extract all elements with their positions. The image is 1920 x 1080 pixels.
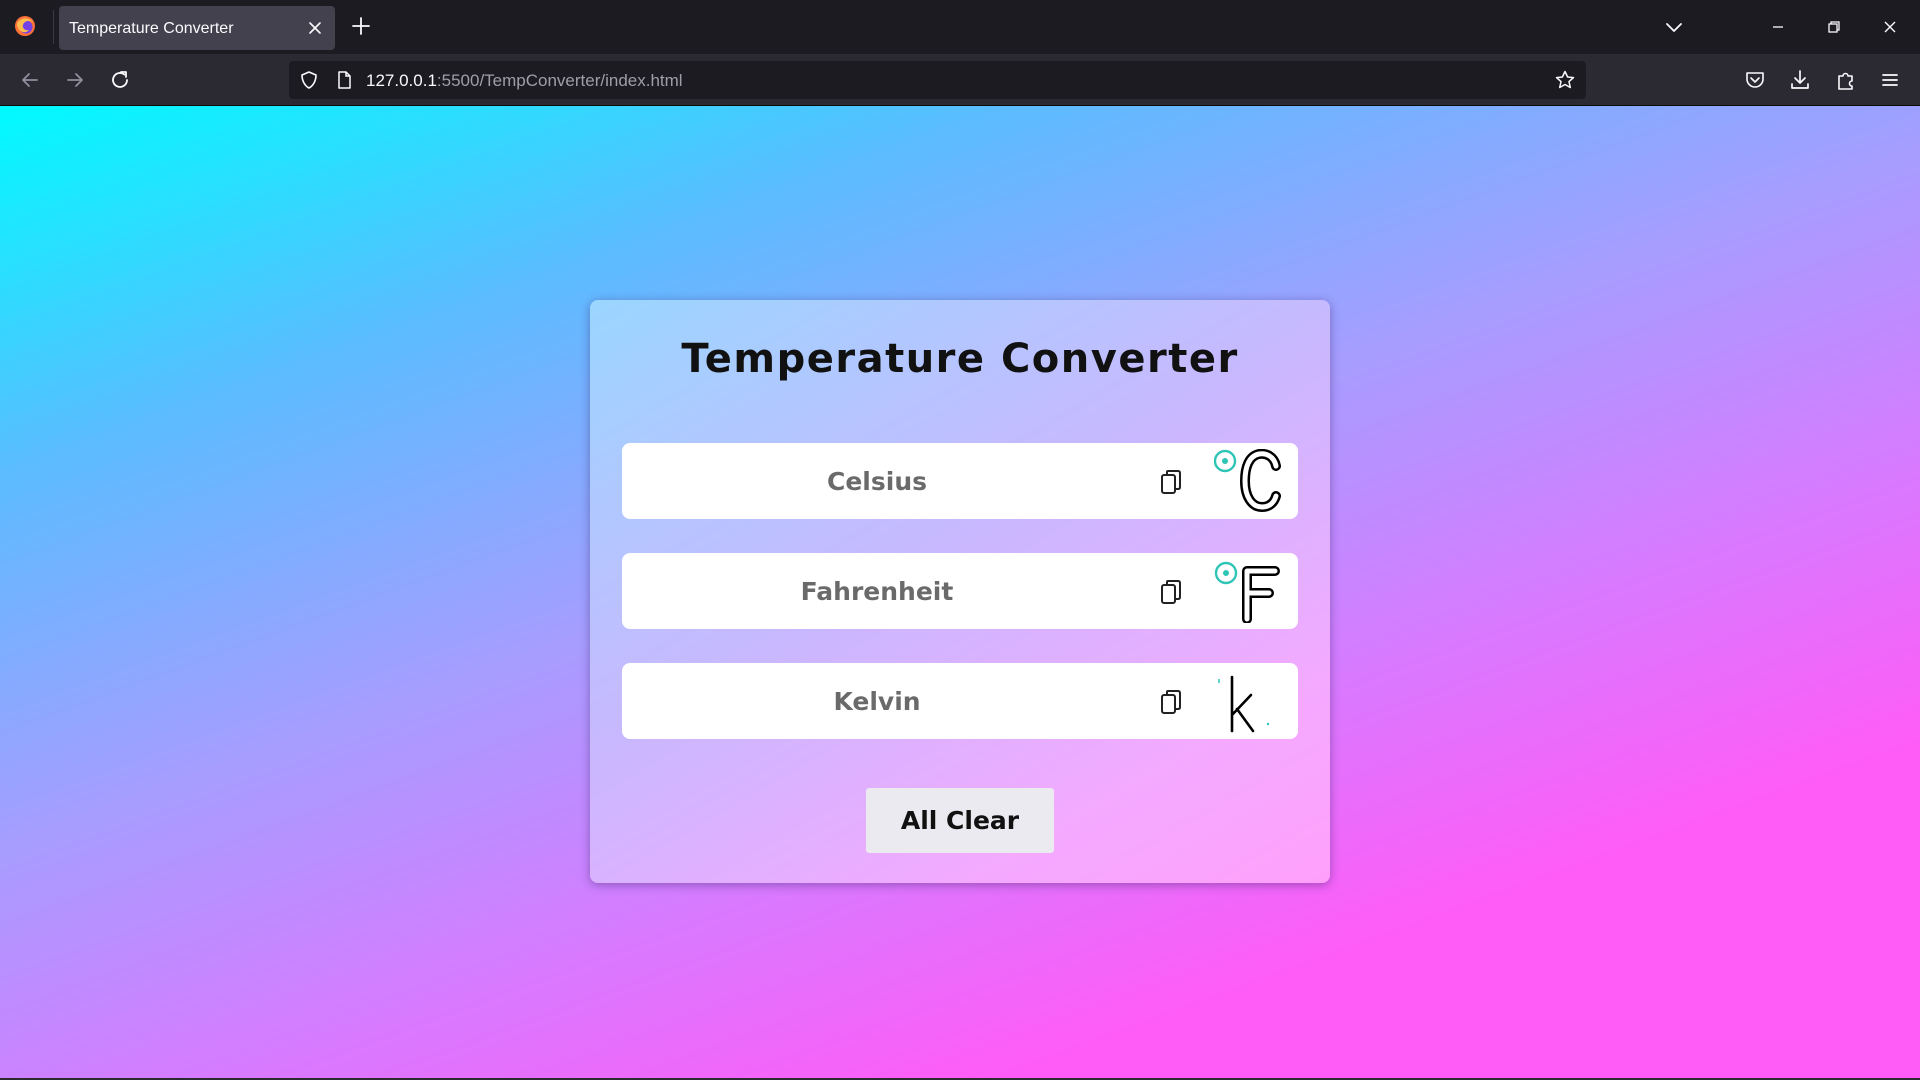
celsius-field [622,443,1298,519]
tab-separator [53,10,54,44]
menu-icon[interactable] [1877,67,1903,93]
restore-icon[interactable] [1820,13,1848,41]
page-icon[interactable] [334,70,354,90]
tab-bar: Temperature Converter [0,0,1920,54]
copy-kelvin-icon[interactable] [1158,688,1184,716]
fahrenheit-input[interactable] [622,553,1132,629]
close-window-icon[interactable] [1876,13,1904,41]
tab-title: Temperature Converter [69,20,234,37]
kelvin-icon [1218,675,1270,733]
url-bar[interactable]: 127.0.0.1:5500/TempConverter/index.html [289,61,1586,99]
degree-celsius-icon [1214,449,1281,513]
bookmark-star-icon[interactable] [1554,69,1576,91]
forward-icon[interactable] [62,67,88,93]
chevron-down-icon[interactable] [1662,15,1686,39]
tab-temperature-converter[interactable]: Temperature Converter [59,6,335,50]
url-host: 127.0.0.1 [366,71,437,90]
close-tab-icon[interactable] [305,18,325,38]
url-path: :5500/TempConverter/index.html [436,71,683,90]
url-text[interactable]: 127.0.0.1:5500/TempConverter/index.html [366,71,683,91]
minimize-icon[interactable] [1764,13,1792,41]
firefox-logo-icon[interactable] [14,15,36,37]
back-icon[interactable] [17,67,43,93]
pocket-icon[interactable] [1742,67,1768,93]
converter-card: Temperature Converter Celsius Fahrenheit… [590,300,1330,883]
celsius-input[interactable] [622,443,1132,519]
page-viewport: Temperature Converter Celsius Fahrenheit… [0,106,1920,1078]
degree-fahrenheit-icon [1214,561,1280,623]
fahrenheit-field [622,553,1298,629]
shield-icon[interactable] [299,70,319,90]
navigation-bar: 127.0.0.1:5500/TempConverter/index.html [0,54,1920,106]
page-title: Temperature Converter [681,336,1239,382]
all-clear-button[interactable]: All Clear [866,788,1054,853]
reload-icon[interactable] [107,67,133,93]
new-tab-icon[interactable] [349,14,373,38]
kelvin-field [622,663,1298,739]
downloads-icon[interactable] [1787,67,1813,93]
copy-fahrenheit-icon[interactable] [1158,578,1184,606]
kelvin-input[interactable] [622,663,1132,739]
copy-celsius-icon[interactable] [1158,468,1184,496]
extensions-icon[interactable] [1833,67,1859,93]
